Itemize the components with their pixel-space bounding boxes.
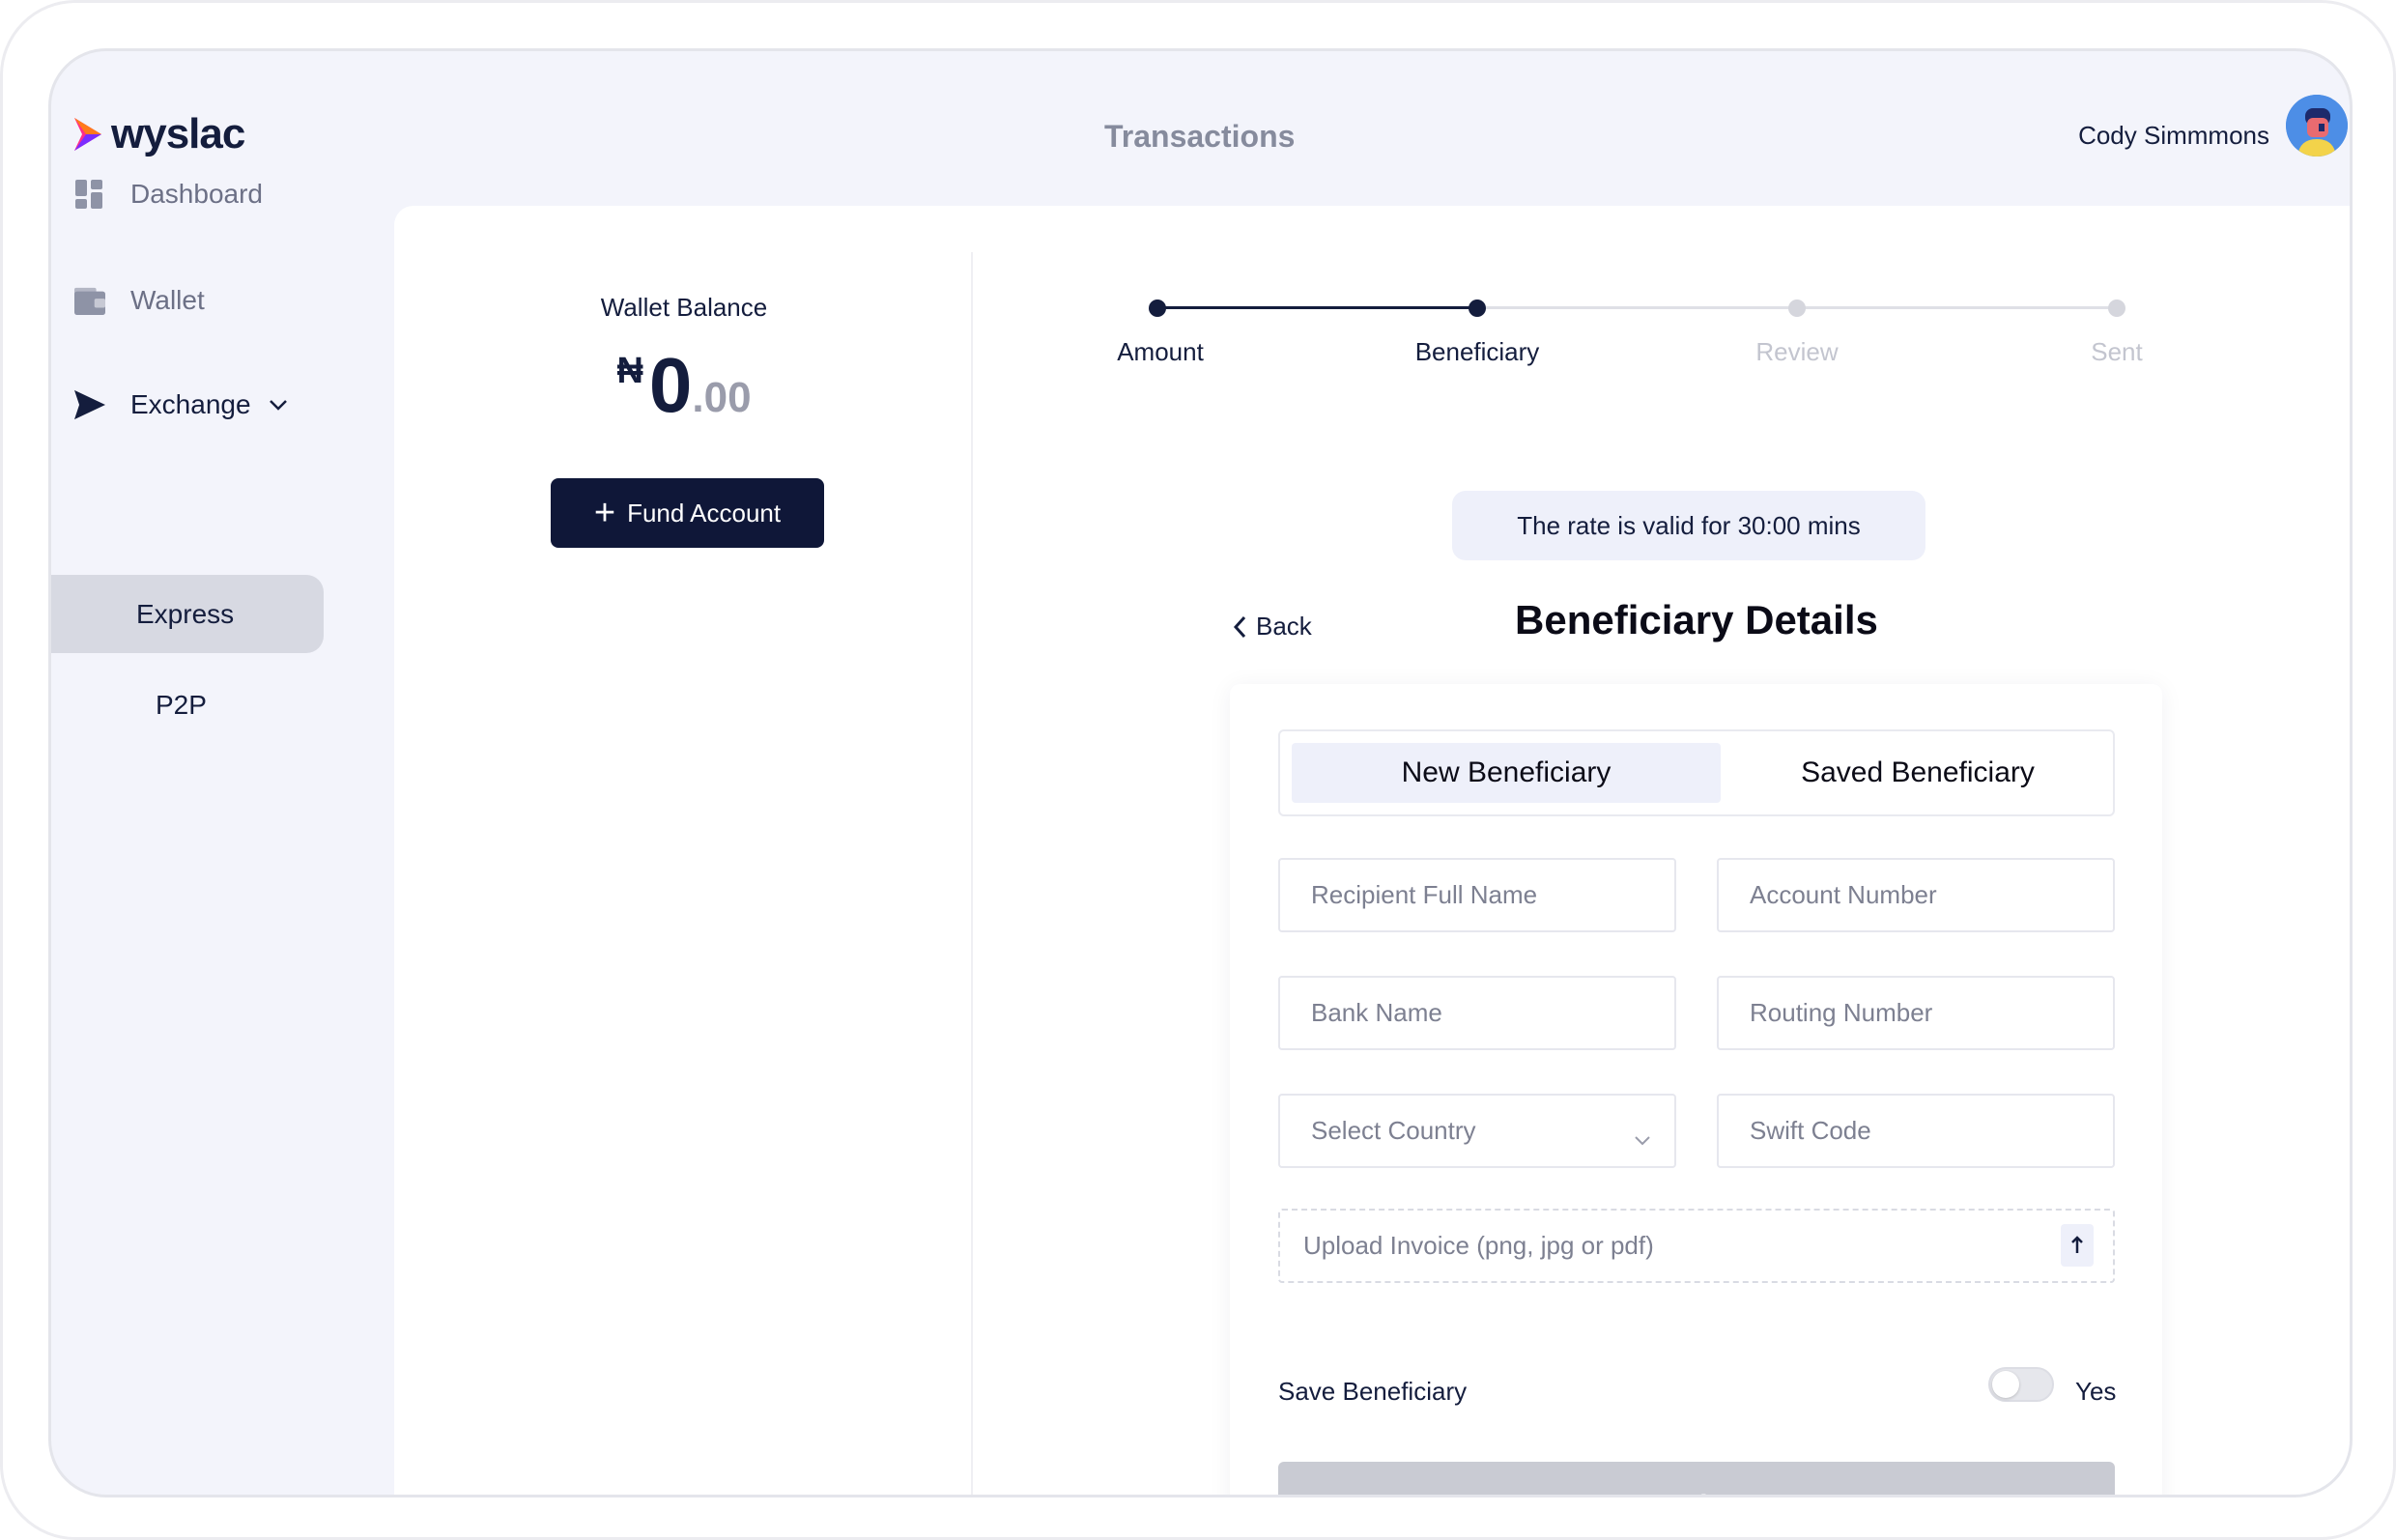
step-label-sent: Sent	[2091, 337, 2143, 366]
tab-new-beneficiary[interactable]: New Beneficiary	[1292, 743, 1721, 803]
main-panel: Wallet Balance ₦0.00 + Fund Account Amou…	[394, 206, 2350, 1495]
bank-name-field[interactable]: Bank Name	[1278, 976, 1676, 1050]
upload-icon[interactable]	[2061, 1224, 2094, 1267]
sidebar-item-wallet[interactable]: Wallet	[74, 285, 205, 316]
tab-label: New Beneficiary	[1401, 756, 1612, 788]
device-frame: wyslac Transactions Cody Simmmons Dashbo…	[0, 0, 2396, 1540]
step-dot-sent	[2108, 299, 2125, 317]
routing-number-field[interactable]: Routing Number	[1717, 976, 2115, 1050]
country-select[interactable]: Select Country	[1278, 1094, 1676, 1168]
recipient-name-field[interactable]: Recipient Full Name	[1278, 858, 1676, 932]
beneficiary-tabs: New Beneficiary Saved Beneficiary	[1278, 729, 2115, 816]
field-placeholder: Account Number	[1750, 880, 1937, 909]
wallet-icon	[74, 285, 105, 316]
section-title: Beneficiary Details	[1515, 597, 1878, 642]
plus-icon: +	[593, 493, 616, 533]
balance-integer: 0	[648, 342, 693, 428]
step-dot-amount	[1149, 299, 1166, 317]
wallet-balance-label: Wallet Balance	[600, 293, 768, 322]
swift-code-field[interactable]: Swift Code	[1717, 1094, 2115, 1168]
avatar-illustration-icon	[2286, 95, 2348, 157]
back-button[interactable]: Back	[1233, 612, 1312, 642]
field-placeholder: Select Country	[1311, 1116, 1476, 1145]
app-screen: wyslac Transactions Cody Simmmons Dashbo…	[48, 48, 2353, 1497]
user-name[interactable]: Cody Simmmons	[2078, 121, 2269, 151]
step-label-beneficiary: Beneficiary	[1414, 337, 1540, 366]
fund-account-button[interactable]: + Fund Account	[551, 478, 824, 548]
progress-stepper: Amount Beneficiary Review Sent	[1117, 206, 2143, 399]
sidebar-item-label: Wallet	[130, 285, 205, 315]
back-label: Back	[1256, 612, 1312, 641]
field-placeholder: Recipient Full Name	[1311, 880, 1538, 909]
avatar[interactable]	[2286, 95, 2348, 157]
save-beneficiary-label: Save Beneficiary	[1278, 1377, 1468, 1406]
tab-label: Saved Beneficiary	[1801, 756, 2035, 788]
step-dot-review	[1788, 299, 1806, 317]
beneficiary-form-card: New Beneficiary Saved Beneficiary Recipi…	[1230, 684, 2162, 1495]
chevron-left-icon	[1233, 615, 1246, 638]
field-placeholder: Bank Name	[1311, 998, 1442, 1027]
logo-icon	[74, 118, 101, 151]
chevron-down-icon	[269, 399, 288, 411]
step-label-amount: Amount	[1117, 337, 1204, 366]
step-label-review: Review	[1755, 337, 1839, 366]
upload-invoice-field[interactable]: Upload Invoice (png, jpg or pdf)	[1278, 1209, 2115, 1283]
account-number-field[interactable]: Account Number	[1717, 858, 2115, 932]
panel-divider	[971, 252, 973, 1495]
toggle-label: Yes	[2075, 1377, 2117, 1406]
send-icon	[74, 389, 105, 420]
dashboard-icon	[74, 179, 105, 210]
logo-text: wyslac	[111, 110, 245, 157]
brand-logo[interactable]: wyslac	[72, 110, 245, 157]
continue-button[interactable]: Continue	[1278, 1462, 2115, 1495]
page-title: Transactions	[1104, 119, 1296, 154]
balance-decimal: .00	[692, 374, 752, 421]
sidebar-item-dashboard[interactable]: Dashboard	[74, 179, 263, 210]
sidebar-subitem-p2p[interactable]: P2P	[51, 666, 324, 744]
upload-placeholder: Upload Invoice (png, jpg or pdf)	[1303, 1231, 1654, 1260]
sidebar-item-exchange[interactable]: Exchange	[74, 389, 288, 420]
sidebar-item-label: Exchange	[130, 389, 251, 419]
chevron-down-icon	[1634, 1123, 1651, 1153]
toggle-knob	[1992, 1371, 2019, 1398]
rate-validity-notice: The rate is valid for 30:00 mins	[1452, 491, 1925, 560]
sidebar-subitem-label: P2P	[156, 689, 207, 720]
field-placeholder: Routing Number	[1750, 998, 1933, 1027]
sidebar-subitem-label: Express	[136, 598, 235, 629]
sidebar-subitem-express[interactable]: Express	[51, 575, 324, 653]
save-beneficiary-toggle[interactable]	[1988, 1367, 2054, 1402]
wallet-balance-amount: ₦0.00	[394, 341, 974, 430]
sidebar-item-label: Dashboard	[130, 179, 263, 209]
continue-label: Continue	[1634, 1490, 1759, 1495]
stepper-line-complete	[1157, 306, 1477, 309]
fund-account-label: Fund Account	[627, 498, 782, 528]
currency-symbol: ₦	[616, 351, 643, 391]
tab-saved-beneficiary[interactable]: Saved Beneficiary	[1730, 743, 2105, 803]
field-placeholder: Swift Code	[1750, 1116, 1871, 1145]
step-dot-beneficiary	[1469, 299, 1486, 317]
